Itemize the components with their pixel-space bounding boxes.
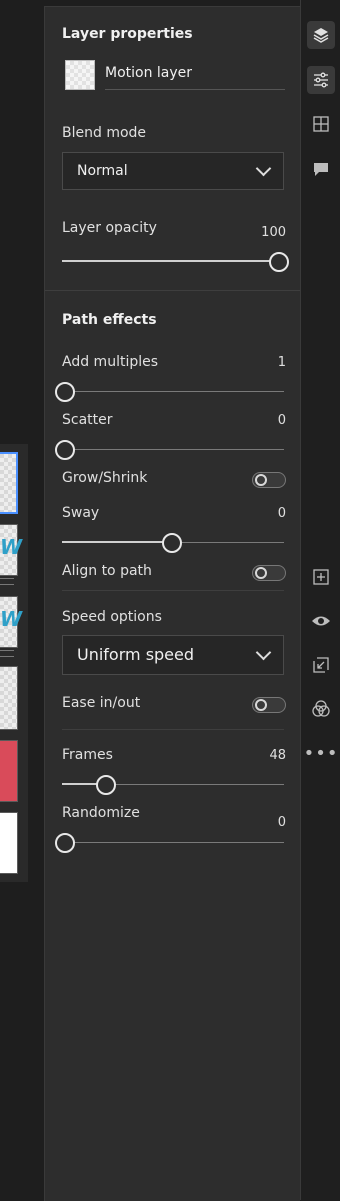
speed-options-label: Speed options [62,609,162,625]
right-toolbar: ••• [300,0,340,1200]
randomize-slider[interactable] [55,833,284,853]
blend-mode-value: Normal [77,163,128,179]
randomize-value: 0 [277,815,286,830]
frame-thumbnail[interactable] [0,740,18,802]
frame-thumbnail[interactable]: W [0,524,22,576]
layer-opacity-slider[interactable] [62,252,289,272]
chevron-down-icon [255,644,272,661]
sway-label: Sway [62,505,100,521]
divider [45,290,300,291]
canvas-area: W W [0,0,44,1200]
ease-label: Ease in/out [62,695,141,711]
align-to-path-label: Align to path [62,563,152,579]
frame-marker [0,650,14,657]
slider-knob[interactable] [55,440,75,460]
scatter-slider[interactable] [55,440,284,460]
toggle-knob [255,567,267,579]
speed-options-value: Uniform speed [77,645,195,664]
slider-fill [62,260,278,262]
frames-slider[interactable] [62,775,284,795]
slider-knob[interactable] [162,533,182,553]
divider [62,729,284,730]
add-multiples-value: 1 [277,355,286,370]
ease-toggle[interactable] [252,697,286,713]
slider-knob[interactable] [55,833,75,853]
layers-icon[interactable] [307,21,335,49]
sway-slider[interactable] [62,533,284,553]
slider-knob[interactable] [96,775,116,795]
chevron-down-icon [255,160,272,177]
frame-thumbnail[interactable]: W [0,596,22,648]
properties-icon[interactable] [307,66,335,94]
layer-properties-title: Layer properties [62,26,193,42]
scatter-value: 0 [277,413,286,428]
more-icon[interactable]: ••• [304,739,338,767]
sway-value: 0 [277,506,286,521]
grow-shrink-label: Grow/Shrink [62,470,148,486]
toggle-knob [255,474,267,486]
slider-knob[interactable] [55,382,75,402]
add-layer-icon[interactable] [307,563,335,591]
slider-knob[interactable] [269,252,289,272]
grow-shrink-toggle[interactable] [252,472,286,488]
add-multiples-label: Add multiples [62,354,159,370]
layer-opacity-value: 100 [261,225,286,240]
blend-icon[interactable] [307,695,335,723]
frames-label: Frames [62,747,113,763]
blend-mode-label: Blend mode [62,125,147,141]
frames-value: 48 [269,748,286,763]
frame-marker [0,578,14,585]
path-effects-title: Path effects [62,312,157,328]
divider [62,590,284,591]
add-multiples-slider[interactable] [55,382,284,402]
frame-thumbnail[interactable] [0,452,18,514]
grid-icon[interactable] [307,110,335,138]
frame-thumbnail[interactable] [0,666,18,730]
properties-panel: Layer properties Motion layer Blend mode… [44,6,300,1201]
comment-icon[interactable] [307,155,335,183]
randomize-label: Randomize [62,805,140,821]
toggle-knob [255,699,267,711]
layer-opacity-label: Layer opacity [62,220,157,236]
speed-options-dropdown[interactable]: Uniform speed [62,635,284,675]
layer-thumbnail [65,60,95,90]
slider-fill [62,541,171,543]
align-to-path-toggle[interactable] [252,565,286,581]
visibility-icon[interactable] [307,607,335,635]
frame-thumbnail[interactable] [0,812,18,874]
scatter-label: Scatter [62,412,113,428]
layer-name-field[interactable]: Motion layer [105,65,285,90]
frames-strip: W W [0,444,28,882]
import-icon[interactable] [307,651,335,679]
blend-mode-dropdown[interactable]: Normal [62,152,284,190]
